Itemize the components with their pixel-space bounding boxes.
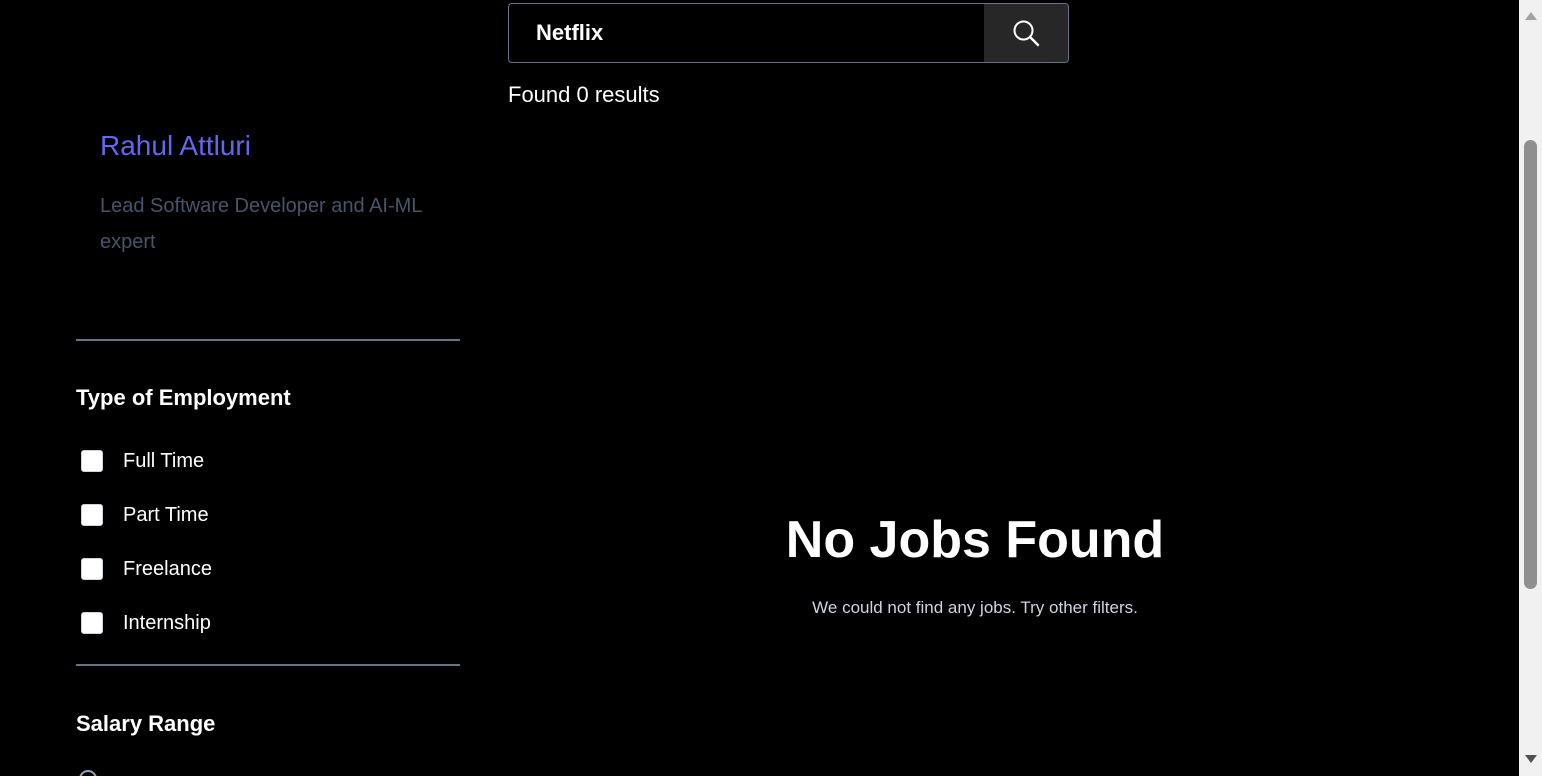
employment-type-list: Full Time Part Time Freelance Internship: [81, 446, 212, 662]
employment-option-label[interactable]: Part Time: [123, 500, 209, 530]
internship-checkbox[interactable]: [81, 612, 103, 634]
employment-option-full-time[interactable]: Full Time: [81, 446, 212, 476]
employment-type-heading: Type of Employment: [76, 385, 291, 410]
full-time-checkbox[interactable]: [81, 450, 103, 472]
page-scrollbar[interactable]: [1519, 0, 1542, 776]
employment-option-part-time[interactable]: Part Time: [81, 500, 212, 530]
scroll-up-icon[interactable]: [1525, 12, 1537, 20]
scrollbar-thumb[interactable]: [1524, 140, 1537, 589]
no-jobs-description: We could not find any jobs. Try other fi…: [812, 598, 1138, 617]
employment-option-label[interactable]: Internship: [123, 608, 211, 638]
freelance-checkbox[interactable]: [81, 558, 103, 580]
profile-name: Rahul Attluri: [100, 130, 251, 161]
employment-option-label[interactable]: Freelance: [123, 554, 212, 584]
sidebar-divider: [76, 339, 460, 341]
search-icon: [1013, 20, 1040, 47]
employment-option-freelance[interactable]: Freelance: [81, 554, 212, 584]
search-button[interactable]: [984, 4, 1068, 62]
no-jobs-title: No Jobs Found: [785, 511, 1165, 569]
results-count: Found 0 results: [508, 82, 660, 107]
salary-range-heading: Salary Range: [76, 711, 216, 736]
search-bar: [508, 3, 1069, 63]
sidebar-divider: [76, 664, 460, 666]
profile-bio: Lead Software Developer and AI-ML expert: [100, 195, 422, 253]
part-time-checkbox[interactable]: [81, 504, 103, 526]
jobs-page: Rahul Attluri Lead Software Developer an…: [0, 0, 1519, 776]
scroll-down-icon[interactable]: [1525, 755, 1537, 763]
employment-option-label[interactable]: Full Time: [123, 446, 204, 476]
salary-range-radio[interactable]: [79, 770, 97, 776]
employment-option-internship[interactable]: Internship: [81, 608, 212, 638]
search-input[interactable]: [509, 4, 984, 62]
